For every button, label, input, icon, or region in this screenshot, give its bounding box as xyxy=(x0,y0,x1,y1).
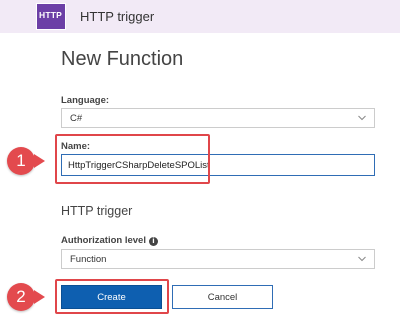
create-button[interactable]: Create xyxy=(61,285,162,309)
authorization-select[interactable]: Function xyxy=(61,249,375,269)
authorization-value: Function xyxy=(70,254,107,265)
name-label: Name: xyxy=(61,141,91,152)
header-title: HTTP trigger xyxy=(80,9,155,24)
authorization-label-text: Authorization level xyxy=(61,235,146,246)
chevron-down-icon xyxy=(358,256,366,262)
http-trigger-logo: HTTP xyxy=(36,3,66,30)
logo-text: HTTP xyxy=(39,10,62,20)
header-bar: HTTP HTTP trigger xyxy=(0,0,400,33)
language-select[interactable]: C# xyxy=(61,108,375,128)
page-title: New Function xyxy=(61,48,184,70)
step-2-badge: 2 xyxy=(7,283,35,311)
chevron-down-icon xyxy=(358,115,366,121)
info-icon[interactable]: i xyxy=(148,237,158,246)
cancel-button[interactable]: Cancel xyxy=(172,285,273,309)
language-label: Language: xyxy=(61,95,110,106)
step-1-arrow-icon xyxy=(34,154,45,168)
authorization-label: Authorization level i xyxy=(61,235,158,246)
step-2-arrow-icon xyxy=(34,290,45,304)
name-input[interactable] xyxy=(61,154,375,176)
language-value: C# xyxy=(70,113,83,124)
step-1-badge: 1 xyxy=(7,147,35,175)
trigger-section-title: HTTP trigger xyxy=(61,204,133,218)
